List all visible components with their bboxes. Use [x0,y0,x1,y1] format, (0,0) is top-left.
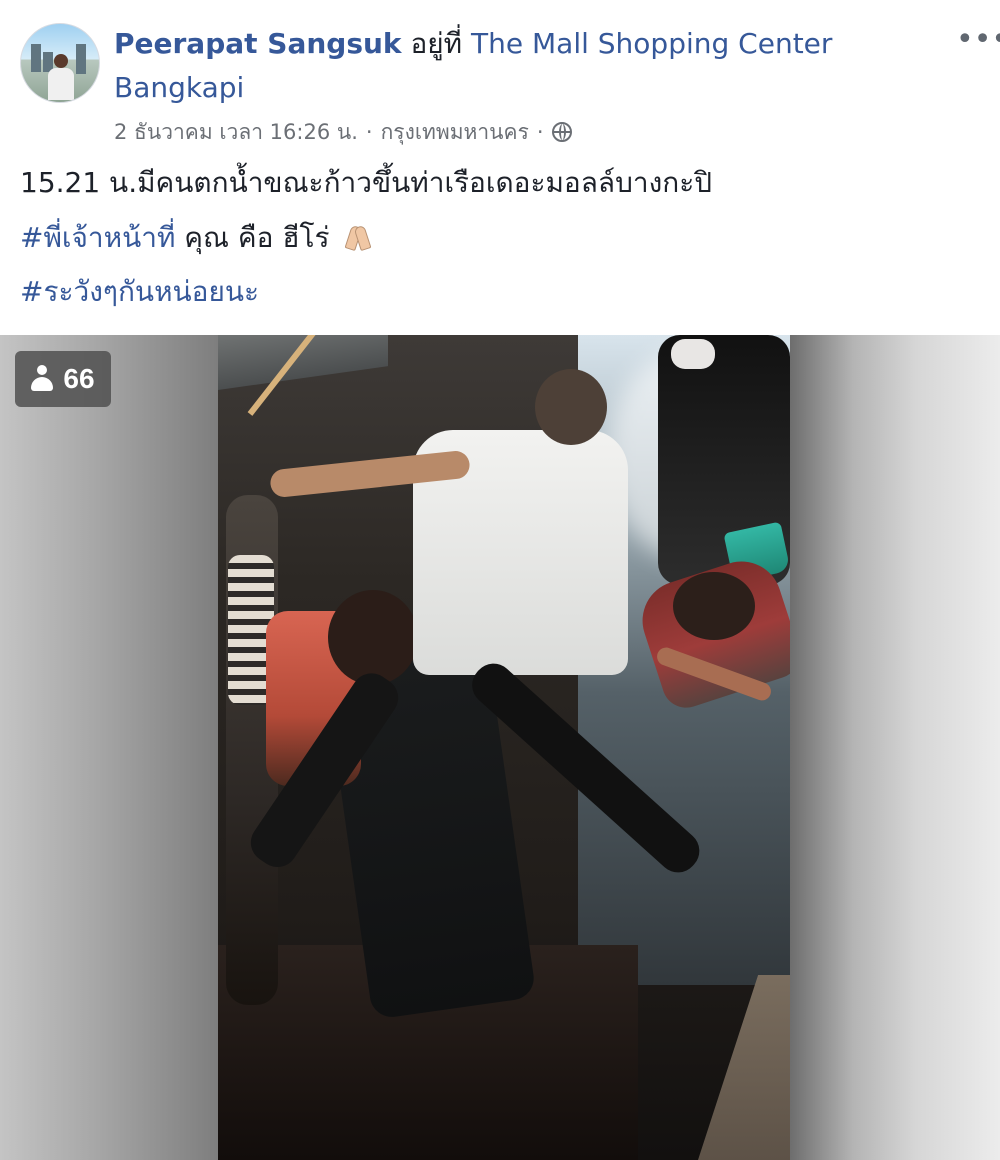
meta-separator: · [365,120,373,144]
meta-separator: · [536,120,544,144]
post-city: กรุงเทพมหานคร [380,120,529,144]
video-frame[interactable] [218,335,790,1160]
post-text-line-3: #ระวังๆกันหน่อยนะ [20,274,259,310]
author-avatar[interactable] [20,23,100,103]
man-white-shirt-head [535,369,607,445]
avatar-background-building [76,44,86,74]
post-date[interactable]: 2 ธันวาคม เวลา 16:26 น. [114,118,358,146]
location-name[interactable]: The Mall Shopping Center [471,27,832,60]
person-icon [31,365,54,393]
hashtag-be-careful[interactable]: #ระวังๆกันหน่อยนะ [20,275,259,308]
post-header: Peerapat Sangsuk อยู่ที่ The Mall Shoppi… [0,0,1000,335]
hashtag-officer[interactable]: #พี่เจ้าหน้าที่ [20,221,175,254]
globe-icon [551,122,572,142]
viewer-count-badge: 66 [15,351,111,407]
pier-edge [698,975,790,1160]
more-options-button[interactable]: ••• [956,25,1000,55]
avatar-body [48,68,74,100]
post-text-line-2: #พี่เจ้าหน้าที่ คุณ คือ ฮีโร่ [20,220,372,256]
staff-head-right [671,339,715,369]
author-name[interactable]: Peerapat Sangsuk [114,27,402,60]
post-text-line-1: 15.21 น.มีคนตกน้ำขณะก้าวขึ้นท่าเรือเดอะม… [20,166,713,199]
location-connector: อยู่ที่ [401,27,472,60]
avatar-head [54,54,68,68]
location-name-line2[interactable]: Bangkapi [114,70,244,106]
person-red-head [328,590,418,685]
rescuer-head [673,572,755,640]
video-player[interactable]: 66 [0,335,1000,1160]
facebook-post: Peerapat Sangsuk อยู่ที่ The Mall Shoppi… [0,0,1000,1160]
author-line: Peerapat Sangsuk อยู่ที่ The Mall Shoppi… [114,26,832,62]
post-text-hero: คุณ คือ ฮีโร่ [175,221,339,254]
viewer-count: 66 [63,363,95,394]
avatar-background-building [31,44,41,72]
video-blur-right [790,335,1000,1160]
post-meta: 2 ธันวาคม เวลา 16:26 น. · กรุงเทพมหานคร … [114,118,572,146]
pray-icon [344,224,372,250]
video-blur-left [0,335,218,1160]
